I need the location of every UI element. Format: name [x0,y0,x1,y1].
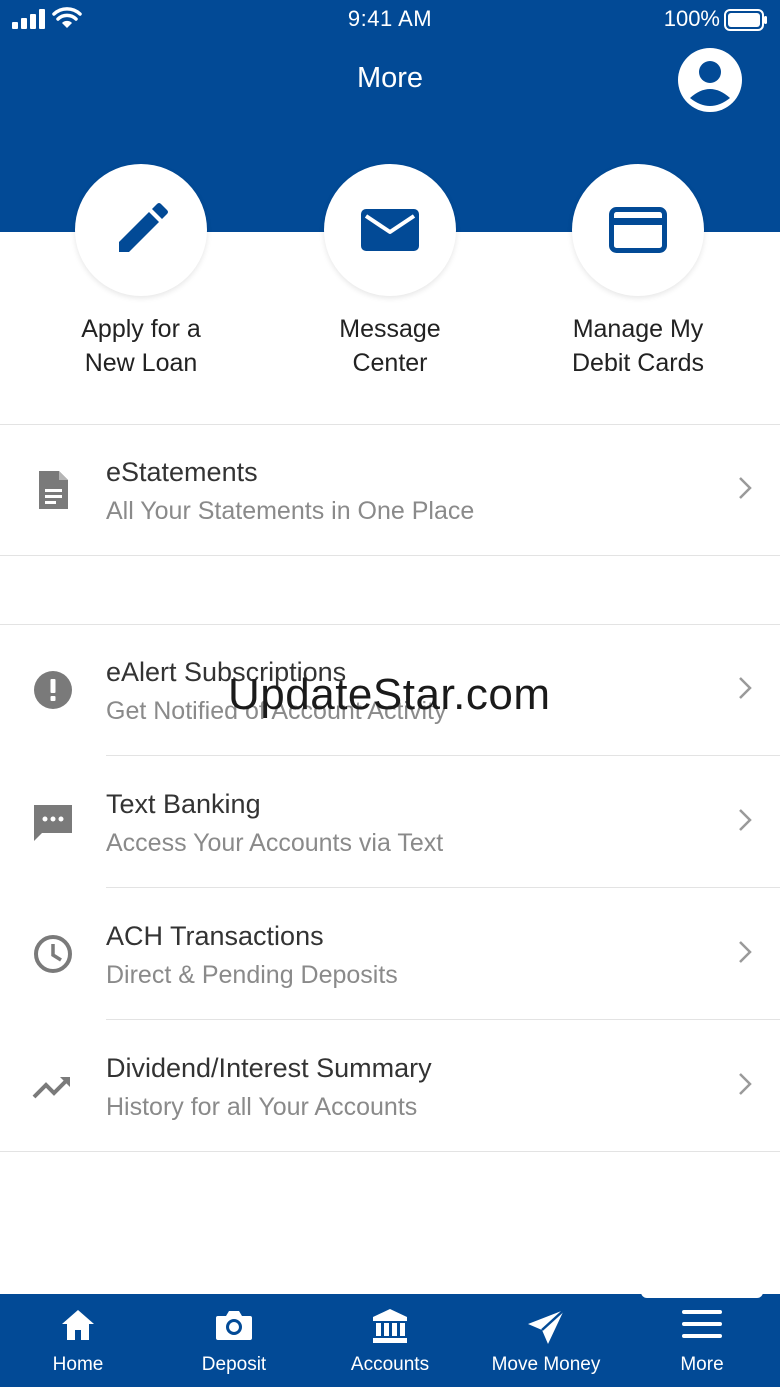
apply-loan-circle [75,164,207,296]
alert-icon [34,671,72,709]
apply-loan-label: Apply for a New Loan [81,315,201,377]
watermark: UpdateStar.com [228,670,551,719]
divider [106,887,780,888]
menu-item-title: Dividend/Interest Summary [106,1053,432,1083]
message-center-button[interactable]: Message Center [280,164,500,380]
apply-loan-button[interactable]: Apply for a New Loan [31,164,251,380]
clock-icon [34,935,72,973]
divider [106,755,780,756]
tab-label: Accounts [350,1354,430,1375]
status-bar: 9:41 AM 100% [0,0,780,40]
menu-item-text-banking[interactable]: Text Banking Access Your Accounts via Te… [0,757,780,887]
menu-item-dividend[interactable]: Dividend/Interest Summary History for al… [0,1021,780,1151]
active-tab-indicator [641,1282,763,1298]
debit-cards-label: Manage My Debit Cards [572,315,704,377]
tab-accounts[interactable]: Accounts [312,1294,468,1387]
card-icon [609,207,667,253]
document-icon [39,471,68,509]
tab-home[interactable]: Home [0,1294,156,1387]
page-title: More [356,62,424,94]
divider [106,1019,780,1020]
chevron-right-icon [739,809,752,831]
menu-item-title: ACH Transactions [106,921,324,951]
battery-icon [724,9,767,31]
tab-label: Move Money [491,1354,601,1375]
tab-bar: Home Deposit Accounts Move Money More [0,1294,780,1387]
divider [0,1151,780,1152]
tab-deposit[interactable]: Deposit [156,1294,312,1387]
pencil-icon [119,203,168,252]
camera-icon [216,1311,252,1340]
envelope-icon [361,209,419,251]
debit-cards-button[interactable]: Manage My Debit Cards [528,164,748,380]
menu-item-subtitle: Direct & Pending Deposits [106,961,398,989]
chevron-right-icon [739,477,752,499]
chevron-right-icon [739,941,752,963]
chat-icon [34,805,72,841]
menu-item-title: eStatements [106,457,258,487]
menu-item-subtitle: Access Your Accounts via Text [106,829,444,857]
chevron-right-icon [739,677,752,699]
message-center-circle [324,164,456,296]
home-icon [62,1310,94,1340]
menu-item-subtitle: History for all Your Accounts [106,1093,418,1121]
chevron-right-icon [739,1073,752,1095]
user-icon [690,61,730,106]
profile-button[interactable] [678,48,742,112]
menu-icon [682,1310,722,1338]
message-center-label: Message Center [339,315,441,377]
tab-label: Deposit [201,1354,267,1375]
tab-label: Home [52,1354,104,1375]
divider [0,555,780,556]
debit-cards-circle [572,164,704,296]
bank-icon [373,1309,407,1343]
send-icon [528,1309,565,1344]
menu-item-title: Text Banking [106,789,261,819]
tab-move-money[interactable]: Move Money [468,1294,624,1387]
battery-percent: 100% [663,6,720,31]
tab-label: More [680,1354,724,1375]
menu-item-subtitle: All Your Statements in One Place [106,497,475,525]
menu-item-estatements[interactable]: eStatements All Your Statements in One P… [0,425,780,555]
tab-more[interactable]: More [624,1294,780,1387]
menu-item-ach[interactable]: ACH Transactions Direct & Pending Deposi… [0,889,780,1019]
trending-up-icon [32,1077,70,1099]
